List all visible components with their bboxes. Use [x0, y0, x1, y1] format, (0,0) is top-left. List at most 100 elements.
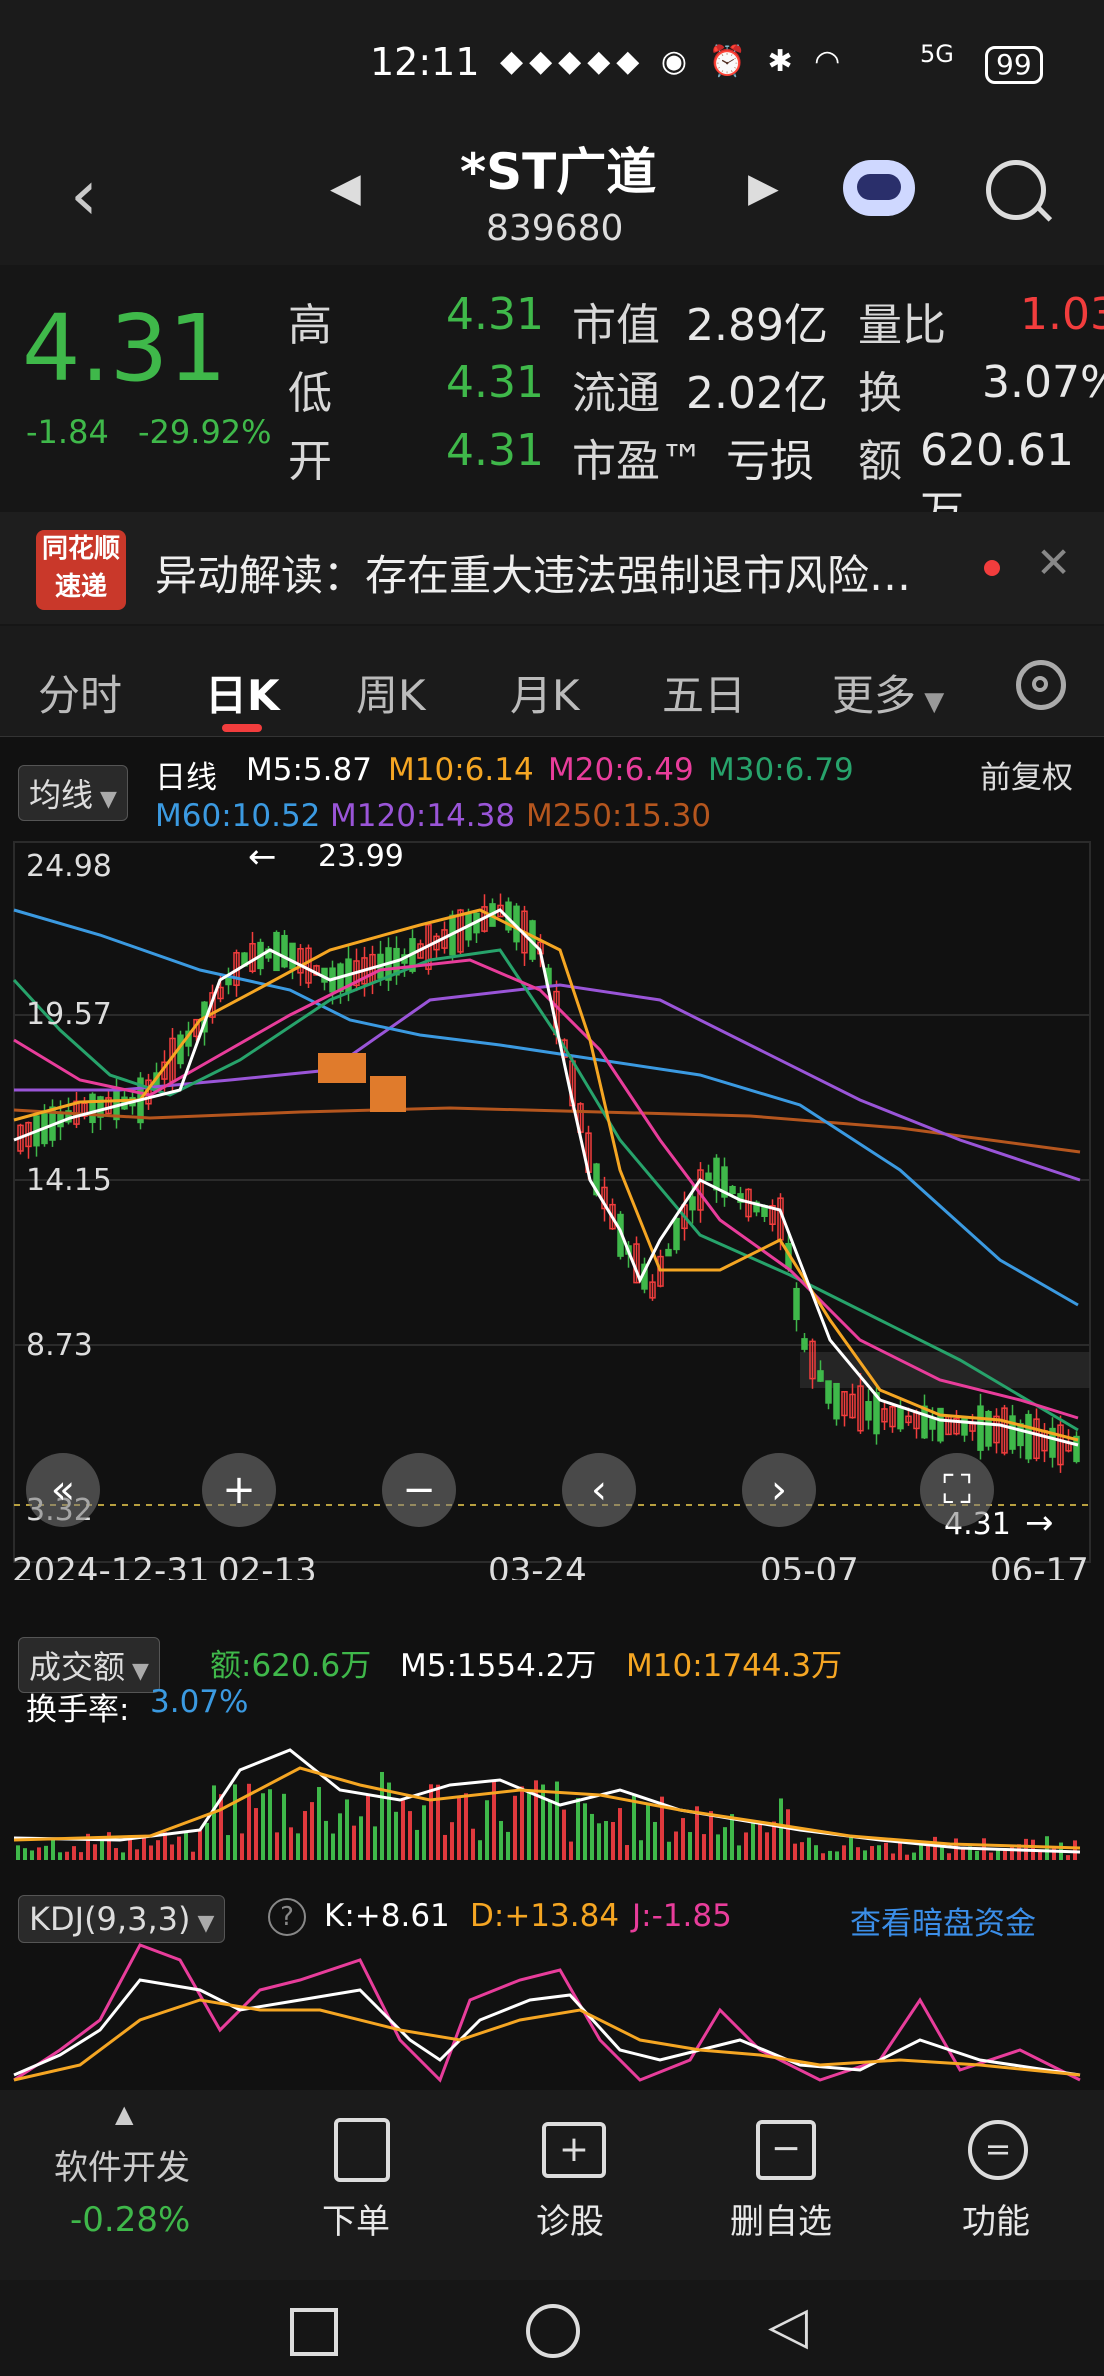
turnover-label: 换	[858, 368, 902, 419]
candle	[801, 1338, 808, 1350]
candle	[281, 934, 288, 968]
period-label: 日线	[155, 760, 217, 796]
volume-bar	[989, 1852, 993, 1860]
kdj-chart[interactable]	[0, 1940, 1104, 2090]
functions-icon[interactable]: =	[968, 2120, 1028, 2180]
tab-monthly-k[interactable]: 月K	[510, 662, 580, 723]
volume-bar	[681, 1818, 685, 1860]
volume-m5: M5:1554.2万	[400, 1648, 597, 1684]
adjust-mode[interactable]: 前复权	[980, 752, 1073, 797]
volume-bar	[891, 1853, 895, 1860]
order-button[interactable]: 下单	[322, 2194, 390, 2243]
volume-bar	[751, 1823, 755, 1860]
news-banner[interactable]: 同花顺 速递 异动解读：存在重大违法强制退市风险… ✕	[0, 512, 1104, 624]
tab-five-day[interactable]: 五日	[662, 662, 746, 723]
turnover-value: 3.07%	[982, 357, 1104, 408]
system-nav-bar: ◁	[0, 2280, 1104, 2376]
volume-bar	[212, 1785, 216, 1860]
next-stock-icon[interactable]: ▶	[748, 165, 779, 211]
turnover-rate-label: 换手率:	[26, 1692, 130, 1728]
mktcap-label: 市值	[572, 300, 660, 351]
volume-bar	[569, 1841, 573, 1860]
volume-bar	[870, 1846, 874, 1860]
close-icon[interactable]: ✕	[1036, 538, 1071, 587]
recent-apps-icon[interactable]	[290, 2308, 338, 2356]
diagnose-icon[interactable]: +	[542, 2122, 606, 2178]
volume-bar	[16, 1845, 20, 1860]
volume-bar	[58, 1852, 62, 1860]
diagnose-button[interactable]: 诊股	[536, 2194, 604, 2243]
volume-bar	[114, 1848, 118, 1860]
ma-selector-label: 均线	[29, 776, 94, 814]
volume-bar	[527, 1792, 531, 1860]
chevron-up-icon[interactable]: ▲	[115, 2100, 133, 2128]
home-icon[interactable]	[526, 2304, 580, 2358]
volume-bar	[786, 1809, 790, 1860]
back-icon[interactable]: ◁	[768, 2296, 808, 2356]
volume-bar	[716, 1834, 720, 1860]
sector-change: -0.28%	[70, 2200, 191, 2240]
volume-bar	[163, 1832, 167, 1860]
sector-name[interactable]: 软件开发	[54, 2140, 190, 2189]
tab-intraday[interactable]: 分时	[38, 662, 122, 723]
volume-bar	[30, 1850, 34, 1860]
current-price: 4.31	[22, 295, 227, 402]
y-tick-4: 8.73	[26, 1328, 93, 1363]
volume-bar	[100, 1838, 104, 1860]
search-icon[interactable]	[986, 160, 1046, 220]
fast-back-icon[interactable]: «	[26, 1453, 100, 1527]
help-icon[interactable]: ?	[268, 1898, 306, 1936]
tab-weekly-k[interactable]: 周K	[356, 662, 426, 723]
volume-bar	[443, 1834, 447, 1860]
volume-bar	[310, 1802, 314, 1860]
volume-bar	[331, 1833, 335, 1860]
dark-pool-link[interactable]: 查看暗盘资金	[850, 1898, 1036, 1943]
prev-stock-icon[interactable]: ◀	[330, 165, 361, 211]
volume-m10: M10:1744.3万	[626, 1648, 843, 1684]
order-icon[interactable]	[334, 2118, 390, 2182]
volume-bar	[590, 1813, 594, 1860]
stock-header: ‹ ◀ *ST广道 839680 ▶	[0, 130, 1104, 265]
ma-selector[interactable]: 均线 ▼	[18, 765, 128, 821]
status-bar: 12:11 ◆◆◆◆◆ ◉ ⏰ ✱ ◠ 5G 99	[0, 0, 1104, 130]
volume-bar	[471, 1828, 475, 1860]
scroll-left-icon[interactable]: ‹	[562, 1453, 636, 1527]
y-tick-2: 19.57	[26, 997, 112, 1032]
volume-bar	[674, 1831, 678, 1860]
fullscreen-icon[interactable]: ⛶	[920, 1453, 994, 1527]
remove-watch-icon[interactable]: −	[756, 2120, 816, 2180]
event-marker[interactable]	[318, 1053, 366, 1083]
volume-bar	[387, 1782, 391, 1860]
volume-bar	[485, 1800, 489, 1860]
tab-more[interactable]: 更多 ▼	[832, 662, 944, 723]
event-marker[interactable]	[370, 1076, 406, 1112]
functions-button[interactable]: 功能	[962, 2194, 1030, 2243]
open-value: 4.31	[446, 425, 544, 476]
ai-robot-icon[interactable]	[843, 160, 915, 216]
volume-bar	[611, 1821, 615, 1860]
scroll-right-icon[interactable]: ›	[742, 1453, 816, 1527]
zoom-in-icon[interactable]: +	[202, 1453, 276, 1527]
tab-daily-k[interactable]: 日K	[205, 662, 280, 723]
news-text[interactable]: 异动解读：存在重大违法强制退市风险…	[155, 542, 911, 603]
volume-bar	[632, 1795, 636, 1860]
kdj-selector[interactable]: KDJ(9,3,3) ▼	[18, 1895, 226, 1943]
settings-icon[interactable]	[1016, 660, 1066, 710]
max-arrow-icon: ←	[248, 840, 277, 877]
candle	[1025, 1413, 1032, 1460]
candle	[977, 1405, 984, 1451]
remove-watch-button[interactable]: 删自选	[730, 2194, 832, 2243]
back-arrow-icon[interactable]: ‹	[70, 154, 98, 236]
candle	[673, 1217, 680, 1251]
volume-bar	[324, 1820, 328, 1860]
volume-bar	[394, 1811, 398, 1860]
volume-bar	[583, 1803, 587, 1860]
zoom-out-icon[interactable]: −	[382, 1453, 456, 1527]
volume-m5-line	[13, 1748, 1081, 1854]
legend-m10: M10:6.14	[388, 752, 534, 788]
volume-bar	[912, 1852, 916, 1860]
volume-chart[interactable]	[0, 1730, 1104, 1870]
volume-bar	[226, 1835, 230, 1860]
pe-value: 亏损	[726, 436, 814, 487]
y-tick-3: 14.15	[26, 1163, 112, 1198]
